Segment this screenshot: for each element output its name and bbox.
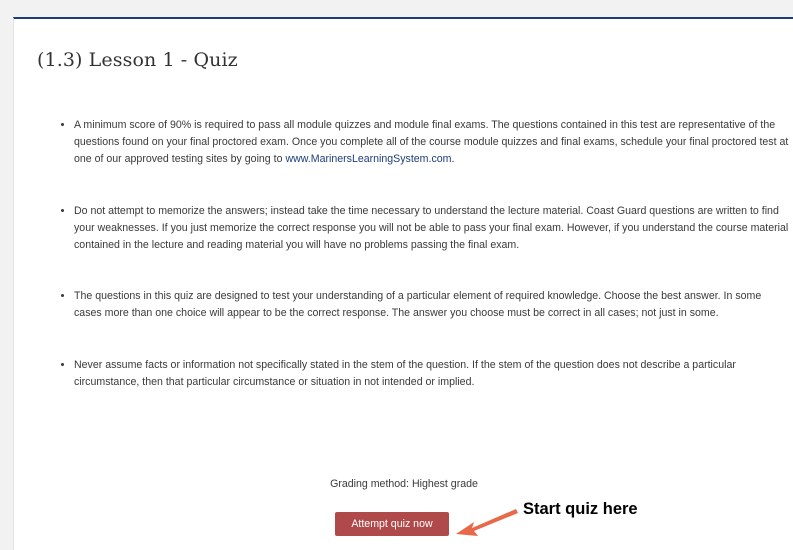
quiz-rules-list: A minimum score of 90% is required to pa… <box>54 117 789 391</box>
rule-text: Do not attempt to memorize the answers; … <box>74 204 789 252</box>
quiz-card: (1.3) Lesson 1 - Quiz A minimum score of… <box>13 17 793 550</box>
list-item: The questions in this quiz are designed … <box>74 288 789 322</box>
rule-text: The questions in this quiz are designed … <box>74 290 762 320</box>
rule-text: Never assume facts or information not sp… <box>74 358 736 388</box>
mariners-learning-system-link[interactable]: www.MarinersLearningSystem.com <box>285 153 451 165</box>
page: (1.3) Lesson 1 - Quiz A minimum score of… <box>0 0 793 550</box>
attempt-quiz-button[interactable]: Attempt quiz now <box>335 512 449 536</box>
list-item: Never assume facts or information not sp… <box>74 357 789 391</box>
list-item: A minimum score of 90% is required to pa… <box>74 117 789 169</box>
rule-text-end: . <box>451 153 455 166</box>
start-quiz-callout: Start quiz here <box>523 500 638 518</box>
grading-method: Grading method: Highest grade <box>330 478 478 490</box>
list-item: Do not attempt to memorize the answers; … <box>74 203 789 255</box>
arrow-pointing-left-icon <box>456 509 518 536</box>
page-title: (1.3) Lesson 1 - Quiz <box>37 49 238 71</box>
